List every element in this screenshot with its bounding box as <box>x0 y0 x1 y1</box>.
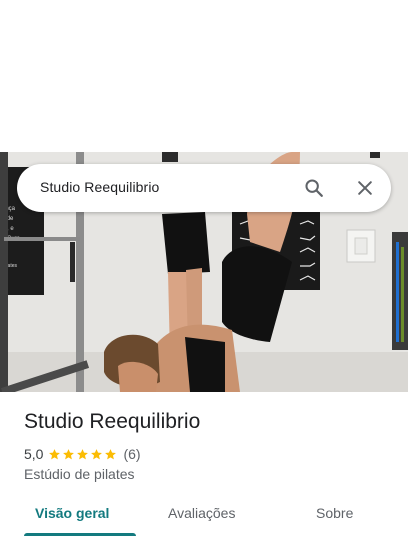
tab-overview[interactable]: Visão geral <box>35 505 109 521</box>
top-blank-area <box>0 0 408 152</box>
rating-value: 5,0 <box>24 446 44 462</box>
active-tab-indicator <box>24 533 136 536</box>
star-icon <box>91 448 103 459</box>
tab-reviews[interactable]: Avaliações <box>168 505 235 521</box>
search-bar[interactable]: Studio Reequilibrio <box>17 164 391 212</box>
tab-about[interactable]: Sobre <box>316 505 353 521</box>
star-icon <box>105 448 117 459</box>
place-category: Estúdio de pilates <box>24 466 135 482</box>
rating-stars <box>48 448 118 461</box>
star-icon <box>49 448 61 459</box>
star-icon <box>77 448 89 459</box>
star-icon <box>63 448 75 459</box>
close-icon[interactable] <box>349 172 381 204</box>
place-title: Studio Reequilibrio <box>24 410 201 433</box>
rating-row[interactable]: 5,0 (6) <box>24 445 141 463</box>
search-input[interactable]: Studio Reequilibrio <box>40 179 159 195</box>
search-icon[interactable] <box>298 172 330 204</box>
review-count[interactable]: (6) <box>123 446 140 462</box>
place-tabs: Visão geral Avaliações Sobre <box>0 496 408 544</box>
